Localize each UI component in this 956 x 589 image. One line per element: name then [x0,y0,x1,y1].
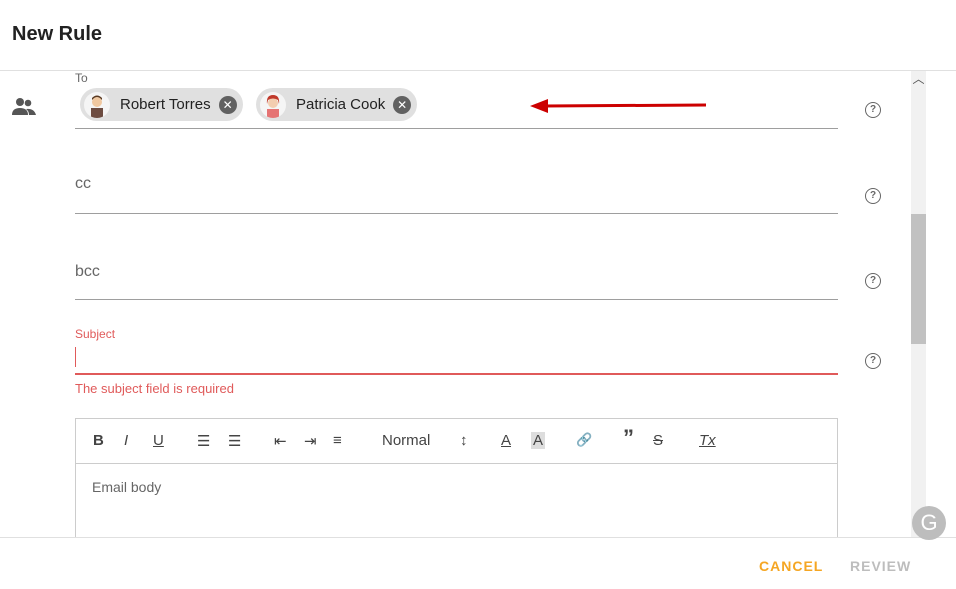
indent-icon[interactable]: ⇥ [304,432,317,450]
dialog-header: New Rule [0,0,956,71]
align-icon[interactable]: ≡ [333,432,342,449]
highlight-icon[interactable]: A [531,432,546,449]
annotation-arrow [530,99,707,113]
email-body-editor[interactable]: B I U ☰ ☰ ⇤ ⇥ ≡ Normal ↕ A A 🔗 ” S Tx Em… [75,418,838,537]
g-badge-icon[interactable]: G [912,506,946,540]
font-color-icon[interactable]: A [501,432,511,449]
recipient-name: Robert Torres [120,96,211,113]
format-select-arrows-icon[interactable]: ↕ [460,432,468,449]
help-icon[interactable]: ? [865,102,881,118]
cc-placeholder: cc [75,175,91,192]
form-scroll-area: To Robert Torres ✕ Patricia Cook ✕ ? cc … [0,71,956,537]
bullet-list-icon[interactable]: ☰ [228,432,241,450]
subject-field[interactable]: Subject [75,327,838,375]
dialog-title: New Rule [12,23,103,45]
to-field[interactable]: To Robert Torres ✕ Patricia Cook ✕ [75,71,838,129]
review-button[interactable]: REVIEW [850,558,911,574]
scrollbar-thumb[interactable] [911,214,926,344]
ordered-list-icon[interactable]: ☰ [197,432,210,450]
subject-label: Subject [75,327,116,341]
recipient-chip[interactable]: Patricia Cook ✕ [256,88,418,121]
avatar [84,91,110,118]
subject-error: The subject field is required [75,381,234,396]
help-icon[interactable]: ? [865,188,881,204]
bcc-placeholder: bcc [75,263,100,280]
clear-format-icon[interactable]: Tx [699,432,716,449]
cc-field[interactable]: cc [75,157,838,214]
outdent-icon[interactable]: ⇤ [274,432,287,450]
dialog-footer: CANCEL REVIEW [0,537,956,589]
scroll-up-icon[interactable]: ︿ [911,71,926,87]
quote-icon[interactable]: ” [623,425,634,451]
italic-button[interactable]: I [124,432,128,449]
remove-recipient-button[interactable]: ✕ [218,95,237,114]
remove-recipient-button[interactable]: ✕ [393,95,412,114]
recipient-chip[interactable]: Robert Torres ✕ [80,88,243,121]
link-icon[interactable]: 🔗 [576,432,592,448]
strikethrough-icon[interactable]: S [653,432,663,449]
underline-button[interactable]: U [153,432,164,449]
recipient-name: Patricia Cook [296,96,386,113]
people-icon [12,98,36,115]
email-body-placeholder: Email body [92,479,162,495]
to-label: To [75,71,88,85]
scrollbar[interactable]: ︿ [911,71,926,537]
help-icon[interactable]: ? [865,273,881,289]
avatar [260,91,286,118]
editor-toolbar: B I U ☰ ☰ ⇤ ⇥ ≡ Normal ↕ A A 🔗 ” S Tx [76,419,837,464]
bold-button[interactable]: B [93,432,104,449]
text-cursor [75,347,76,367]
bcc-field[interactable]: bcc [75,243,838,300]
format-select[interactable]: Normal [382,432,430,449]
help-icon[interactable]: ? [865,353,881,369]
cancel-button[interactable]: CANCEL [759,558,823,574]
